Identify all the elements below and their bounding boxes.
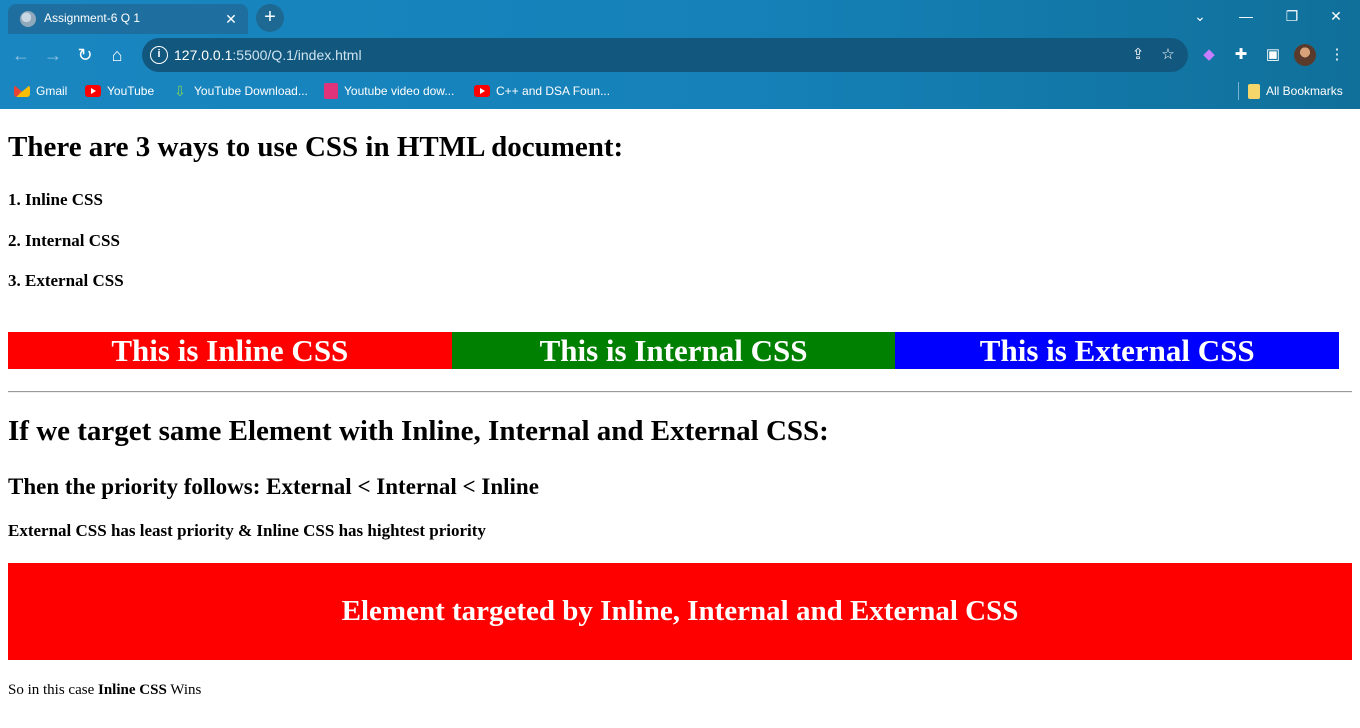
folder-icon	[1248, 83, 1260, 99]
new-tab-button[interactable]: +	[256, 4, 284, 32]
divider	[8, 391, 1352, 393]
youtube-icon	[85, 85, 101, 97]
home-icon[interactable]: ⌂	[104, 42, 130, 68]
targeted-element-box: Element targeted by Inline, Internal and…	[8, 563, 1352, 660]
way-internal: 2. Internal CSS	[8, 231, 120, 250]
all-bookmarks-label: All Bookmarks	[1266, 84, 1343, 98]
star-icon[interactable]: ☆	[1158, 45, 1178, 65]
globe-icon	[20, 11, 36, 27]
restore-icon[interactable]: ❐	[1280, 6, 1304, 26]
bookmark-label: Gmail	[36, 84, 68, 98]
video-downloader-icon	[324, 83, 338, 99]
chevron-down-icon[interactable]: ⌄	[1188, 6, 1212, 26]
target-heading: If we target same Element with Inline, I…	[8, 415, 829, 447]
priority-note: External CSS has least priority & Inline…	[8, 521, 486, 540]
bookmark-youtube-download[interactable]: ⇩ YouTube Download...	[172, 81, 308, 101]
bookmarks-bar: Gmail YouTube ⇩ YouTube Download... Yout…	[0, 78, 1360, 102]
tab-assignment[interactable]: Assignment-6 Q 1 ✕	[8, 4, 248, 34]
site-info-icon[interactable]: i	[150, 46, 168, 64]
inline-css-box: This is Inline CSS	[8, 332, 452, 369]
puzzle-icon[interactable]: ✚	[1230, 44, 1252, 66]
bookmark-label: C++ and DSA Foun...	[496, 84, 611, 98]
tab-strip: Assignment-6 Q 1 ✕ + ⌄ — ❐ ✕	[0, 0, 1360, 34]
bookmark-label: YouTube	[107, 84, 155, 98]
tab-title: Assignment-6 Q 1	[44, 11, 141, 25]
conclusion-bold: Inline CSS	[98, 682, 167, 698]
internal-css-box: This is Internal CSS	[451, 332, 896, 369]
menu-icon[interactable]: ⋮	[1326, 44, 1348, 66]
gmail-icon	[14, 85, 30, 97]
bookmark-cpp-dsa[interactable]: C++ and DSA Foun...	[474, 81, 610, 101]
reload-icon[interactable]: ↻	[72, 42, 98, 68]
priority-heading: Then the priority follows: External < In…	[8, 474, 539, 499]
avatar[interactable]	[1294, 44, 1316, 66]
forward-icon[interactable]: →	[40, 42, 66, 68]
conclusion-text: So in this case Inline CSS Wins	[8, 682, 201, 699]
close-icon[interactable]: ✕	[222, 10, 240, 28]
bookmark-video-downloader[interactable]: Youtube video dow...	[324, 81, 454, 101]
page-heading: There are 3 ways to use CSS in HTML docu…	[8, 131, 624, 163]
share-icon[interactable]: ⇪	[1128, 45, 1148, 65]
way-external: 3. External CSS	[8, 271, 124, 290]
way-inline: 1. Inline CSS	[8, 190, 103, 209]
url-text[interactable]: 127.0.0.1:5500/Q.1/index.html	[174, 47, 362, 63]
side-panel-icon[interactable]: ▣	[1262, 44, 1284, 66]
minimize-icon[interactable]: —	[1234, 6, 1258, 26]
conclusion-prefix: So in this case	[8, 682, 98, 698]
external-css-box: This is External CSS	[895, 332, 1340, 369]
bookmark-divider	[1238, 82, 1239, 100]
address-bar[interactable]: i 127.0.0.1:5500/Q.1/index.html ⇪ ☆	[142, 38, 1188, 72]
bookmark-gmail[interactable]: Gmail	[14, 81, 67, 101]
youtube-icon	[474, 85, 490, 97]
conclusion-suffix: Wins	[166, 682, 202, 698]
url-path: :5500/Q.1/index.html	[232, 47, 362, 63]
download-icon: ⇩	[174, 83, 186, 99]
page-content: There are 3 ways to use CSS in HTML docu…	[0, 109, 1360, 728]
url-host: 127.0.0.1	[174, 47, 233, 63]
back-icon[interactable]: ←	[8, 42, 34, 68]
extension-icon[interactable]: ◆	[1198, 44, 1220, 66]
bookmark-label: Youtube video dow...	[344, 84, 455, 98]
bookmark-label: YouTube Download...	[194, 84, 308, 98]
css-boxes: This is Inline CSS This is Internal CSS …	[8, 332, 1340, 369]
browser-chrome: Assignment-6 Q 1 ✕ + ⌄ — ❐ ✕ ← → ↻ ⌂ i 1…	[0, 0, 1360, 109]
close-window-icon[interactable]: ✕	[1324, 6, 1348, 26]
all-bookmarks[interactable]: All Bookmarks	[1248, 81, 1343, 101]
browser-toolbar: ← → ↻ ⌂ i 127.0.0.1:5500/Q.1/index.html …	[0, 36, 1360, 74]
bookmark-youtube[interactable]: YouTube	[85, 81, 154, 101]
